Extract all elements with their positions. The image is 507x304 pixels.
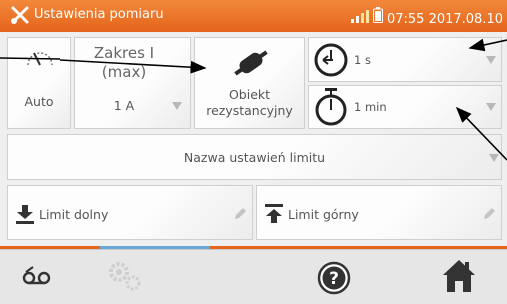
dropdown-arrow-icon xyxy=(486,56,496,64)
arrow-up-icon xyxy=(264,204,284,228)
page-title: Ustawienia pomiaru xyxy=(34,7,164,22)
stopwatch-icon xyxy=(313,87,349,131)
svg-text:?: ? xyxy=(329,269,339,289)
signal-icon xyxy=(350,10,373,27)
limit-high-label: Limit górny xyxy=(288,207,359,222)
pencil-icon xyxy=(233,206,247,225)
home-icon[interactable] xyxy=(441,258,477,298)
battery-icon xyxy=(372,7,387,27)
voicemail-icon[interactable] xyxy=(22,264,52,294)
range-subtitle: (max) xyxy=(101,63,147,81)
status-area: 07:55 2017.08.10 xyxy=(350,7,503,27)
bottom-toolbar: ? xyxy=(0,249,507,304)
object-line2: rezystancyjny xyxy=(206,103,293,118)
limit-low-field[interactable]: Limit dolny xyxy=(7,185,253,240)
time1-value: 1 s xyxy=(354,53,371,67)
limit-name-row[interactable]: Nazwa ustawień limitu xyxy=(7,134,502,180)
limit-low-label: Limit dolny xyxy=(39,207,109,222)
limit-high-field[interactable]: Limit górny xyxy=(256,185,502,240)
auto-label: Auto xyxy=(24,94,54,109)
limit-name-label: Nazwa ustawień limitu xyxy=(183,150,326,165)
resistor-icon xyxy=(230,46,272,84)
help-icon[interactable]: ? xyxy=(317,261,351,299)
tools-icon xyxy=(10,5,30,29)
title-bar: Ustawienia pomiaru 07:55 2017.08.10 xyxy=(0,0,507,32)
arrow-down-icon xyxy=(15,204,35,228)
gauge-icon xyxy=(25,47,55,73)
dropdown-arrow-icon xyxy=(486,103,496,111)
range-tile[interactable]: Zakres I (max) 1 A xyxy=(74,37,191,129)
measurement-duration-tile[interactable]: 1 min xyxy=(308,85,502,129)
object-line1: Obiekt xyxy=(228,87,271,102)
object-type-tile[interactable]: Obiekt rezystancyjny xyxy=(194,37,305,129)
measurement-time-tile[interactable]: 1 s xyxy=(308,37,502,82)
clock-date: 2017.08.10 xyxy=(428,12,503,27)
pencil-icon xyxy=(482,206,496,225)
dropdown-arrow-icon xyxy=(172,102,182,110)
gears-icon xyxy=(107,260,141,296)
time2-value: 1 min xyxy=(354,100,387,114)
range-value: 1 A xyxy=(113,98,135,113)
clock-icon xyxy=(313,41,349,83)
auto-range-tile[interactable]: Auto xyxy=(7,37,71,129)
range-title: Zakres I xyxy=(93,44,155,62)
dropdown-arrow-icon xyxy=(489,154,499,162)
clock-time: 07:55 xyxy=(386,12,425,27)
